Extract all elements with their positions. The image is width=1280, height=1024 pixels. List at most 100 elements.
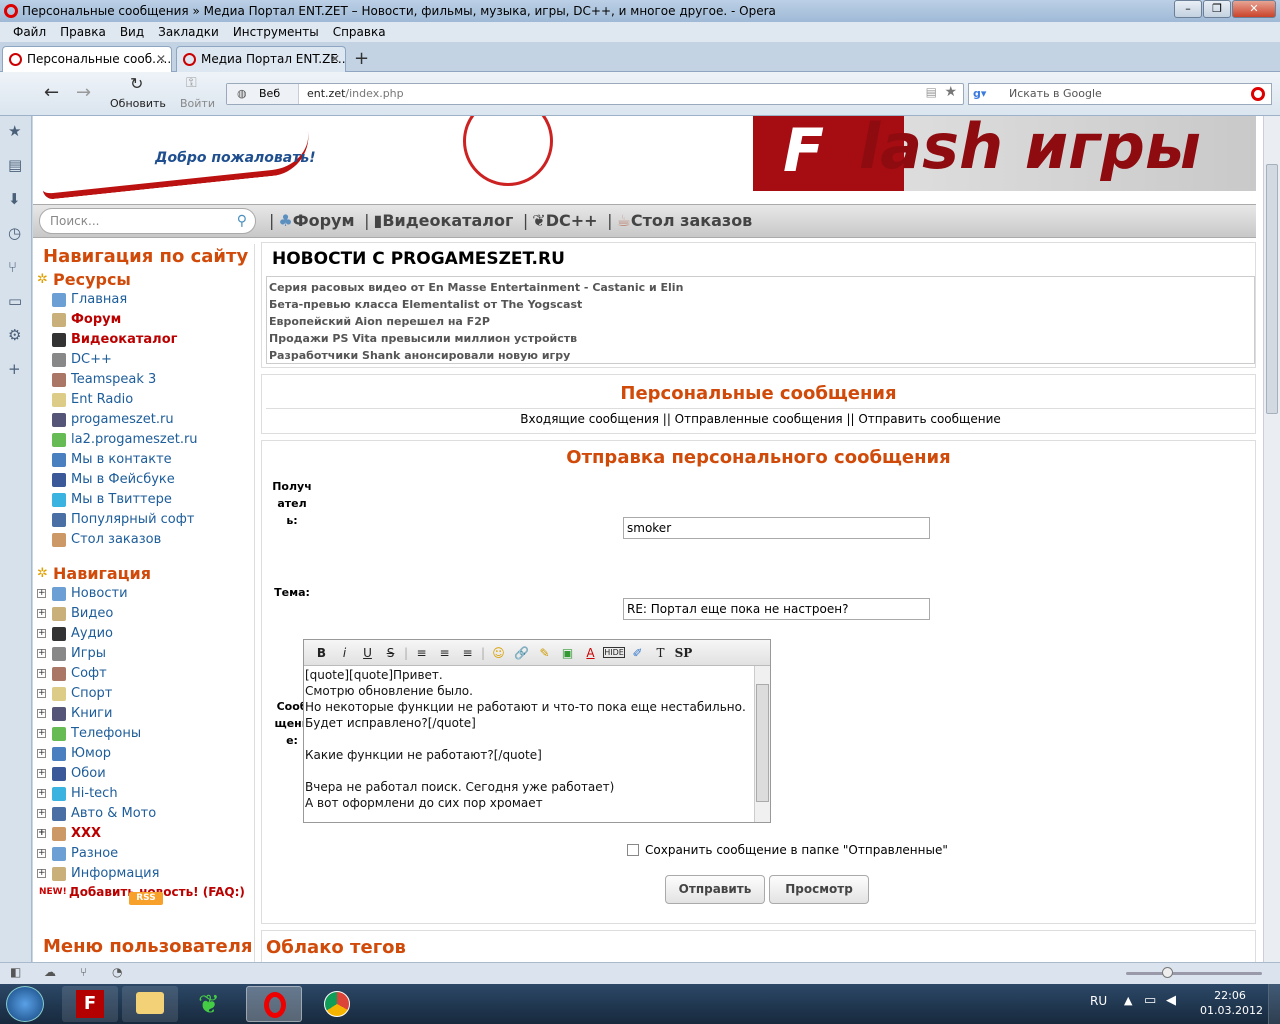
align-right-button[interactable]: ≡	[456, 646, 479, 660]
news-item[interactable]: Европейский Aion перешел на F2P	[269, 313, 1252, 330]
news-item[interactable]: Бета-превью класса Elementalist от The Y…	[269, 296, 1252, 313]
news-item[interactable]: Разработчики Shank анонсировали новую иг…	[269, 347, 1252, 364]
taskbar-butterfly-app[interactable]: ❦	[184, 986, 240, 1022]
expand-icon[interactable]: +	[37, 669, 46, 678]
address-field[interactable]: ◍ Веб ent.zet/index.php ▤ ★	[226, 83, 964, 105]
spoiler-button[interactable]: SP	[672, 646, 695, 660]
nav-item[interactable]: + Книги	[33, 704, 254, 724]
align-center-button[interactable]: ≡	[433, 646, 456, 660]
search-engine-field[interactable]: g▾ Искать в Google	[968, 83, 1272, 105]
nav-item[interactable]: + Спорт	[33, 684, 254, 704]
tab-media-portal[interactable]: Медиа Портал ENT.ZE... ✕	[176, 46, 346, 72]
taskbar-mail[interactable]	[122, 986, 178, 1022]
resource-item[interactable]: Мы в контакте	[33, 450, 254, 470]
reload-label[interactable]: Обновить	[110, 97, 166, 110]
expand-icon[interactable]: +	[37, 729, 46, 738]
expand-icon[interactable]: +	[37, 849, 46, 858]
resource-item[interactable]: DC++	[33, 350, 254, 370]
rss-badge[interactable]: RSS	[129, 892, 163, 905]
tab-close-icon[interactable]: ✕	[330, 47, 340, 71]
expand-icon[interactable]: +	[37, 769, 46, 778]
bookmark-star-icon[interactable]: ★	[944, 84, 957, 100]
links-panel-icon[interactable]: ⑂	[8, 258, 17, 276]
expand-icon[interactable]: +	[37, 649, 46, 658]
align-left-button[interactable]: ≡	[410, 646, 433, 660]
turbo-icon[interactable]: ◔	[112, 965, 122, 979]
resource-item[interactable]: Стол заказов	[33, 530, 254, 550]
settings-panel-icon[interactable]: ⚙	[8, 326, 21, 344]
expand-icon[interactable]: +	[37, 749, 46, 758]
nav-item[interactable]: + Hi-tech	[33, 784, 254, 804]
nav-item[interactable]: + Софт	[33, 664, 254, 684]
resource-item[interactable]: Мы в Фейсбуке	[33, 470, 254, 490]
key-icon[interactable]: ⚿	[186, 75, 197, 91]
topnav-order-table[interactable]: Стол заказов	[631, 211, 752, 230]
site-logo[interactable]: Добро пожаловать!	[33, 116, 633, 201]
resource-item[interactable]: progameszet.ru	[33, 410, 254, 430]
editor-scrollbar[interactable]	[754, 666, 770, 822]
notes-panel-icon[interactable]: ▤	[8, 156, 22, 174]
expand-icon[interactable]: +	[37, 789, 46, 798]
login-label[interactable]: Войти	[180, 97, 215, 110]
menu-bookmarks[interactable]: Закладки	[151, 25, 226, 39]
menu-edit[interactable]: Правка	[53, 25, 113, 39]
taskbar-opera[interactable]	[246, 986, 302, 1022]
taskbar-chrome[interactable]	[308, 986, 364, 1022]
expand-icon[interactable]: +	[37, 589, 46, 598]
recipient-input[interactable]: smoker	[623, 517, 930, 539]
menu-help[interactable]: Справка	[326, 25, 393, 39]
smiley-button[interactable]: ☺	[487, 646, 510, 660]
nav-item[interactable]: + Информация	[33, 864, 254, 884]
zoom-slider[interactable]	[1126, 972, 1262, 975]
nav-item[interactable]: + Авто & Мото	[33, 804, 254, 824]
forward-arrow-icon[interactable]: →	[76, 82, 91, 103]
add-panel-icon[interactable]: +	[8, 360, 21, 378]
show-desktop-button[interactable]	[1268, 984, 1280, 1024]
opera-search-icon[interactable]	[1251, 87, 1265, 101]
preview-button[interactable]: Просмотр	[769, 875, 869, 904]
nav-item[interactable]: + Новости	[33, 584, 254, 604]
text-size-button[interactable]: T	[649, 646, 672, 660]
message-editor[interactable]: B i U S | ≡ ≡ ≡ | ☺ 🔗 ✎ ▣ A HIDE ✐ T SP …	[303, 639, 771, 823]
message-textarea[interactable]: [quote][quote]Привет. Смотрю обновление …	[304, 666, 754, 822]
italic-button[interactable]: i	[333, 646, 356, 660]
language-indicator[interactable]: RU	[1090, 994, 1107, 1008]
topnav-videocatalog[interactable]: Видеокаталог	[382, 211, 513, 230]
nav-item[interactable]: + Юмор	[33, 744, 254, 764]
expand-icon[interactable]: +	[37, 709, 46, 718]
tray-clock[interactable]: 22:06 01.03.2012	[1200, 988, 1263, 1018]
tab-personal-messages[interactable]: Персональные сооб...... ✕	[2, 46, 172, 72]
strike-button[interactable]: S	[379, 646, 402, 660]
reload-icon[interactable]: ↻	[130, 74, 143, 93]
resource-item[interactable]: Видеокаталог	[33, 330, 254, 350]
bold-button[interactable]: B	[310, 646, 333, 660]
maximize-button[interactable]: ❐	[1203, 0, 1231, 18]
news-item[interactable]: Продажи PS Vita превысили миллион устрой…	[269, 330, 1252, 347]
hide-button[interactable]: HIDE	[603, 647, 625, 658]
nav-item[interactable]: + Разное	[33, 844, 254, 864]
link-button[interactable]: 🔗	[510, 646, 533, 660]
resource-item[interactable]: Ent Radio	[33, 390, 254, 410]
nav-item[interactable]: + Игры	[33, 644, 254, 664]
topnav-dc[interactable]: DC++	[546, 211, 598, 230]
nav-item[interactable]: + Телефоны	[33, 724, 254, 744]
expand-icon[interactable]: +	[37, 609, 46, 618]
expand-icon[interactable]: +	[37, 869, 46, 878]
code-button[interactable]: ✎	[533, 646, 556, 660]
zoom-slider-handle[interactable]	[1162, 967, 1173, 978]
url-text[interactable]: ent.zet/index.php	[307, 84, 404, 104]
downloads-panel-icon[interactable]: ⬇	[8, 190, 21, 208]
opera-unite-icon[interactable]: ☁	[44, 965, 56, 979]
tab-close-icon[interactable]: ✕	[156, 47, 166, 71]
start-button[interactable]	[6, 986, 44, 1022]
resource-item[interactable]: Teamspeak 3	[33, 370, 254, 390]
expand-icon[interactable]: +	[37, 829, 46, 838]
back-arrow-icon[interactable]: ←	[44, 82, 59, 103]
resource-item[interactable]: Популярный софт	[33, 510, 254, 530]
nav-item[interactable]: + Аудио	[33, 624, 254, 644]
panel-toggle-icon[interactable]: ◧	[10, 965, 21, 979]
nav-item[interactable]: + XXX	[33, 824, 254, 844]
tray-network-icon[interactable]: ▭	[1144, 993, 1156, 1008]
google-icon[interactable]: g▾	[973, 84, 986, 104]
resource-item[interactable]: la2.progameszet.ru	[33, 430, 254, 450]
